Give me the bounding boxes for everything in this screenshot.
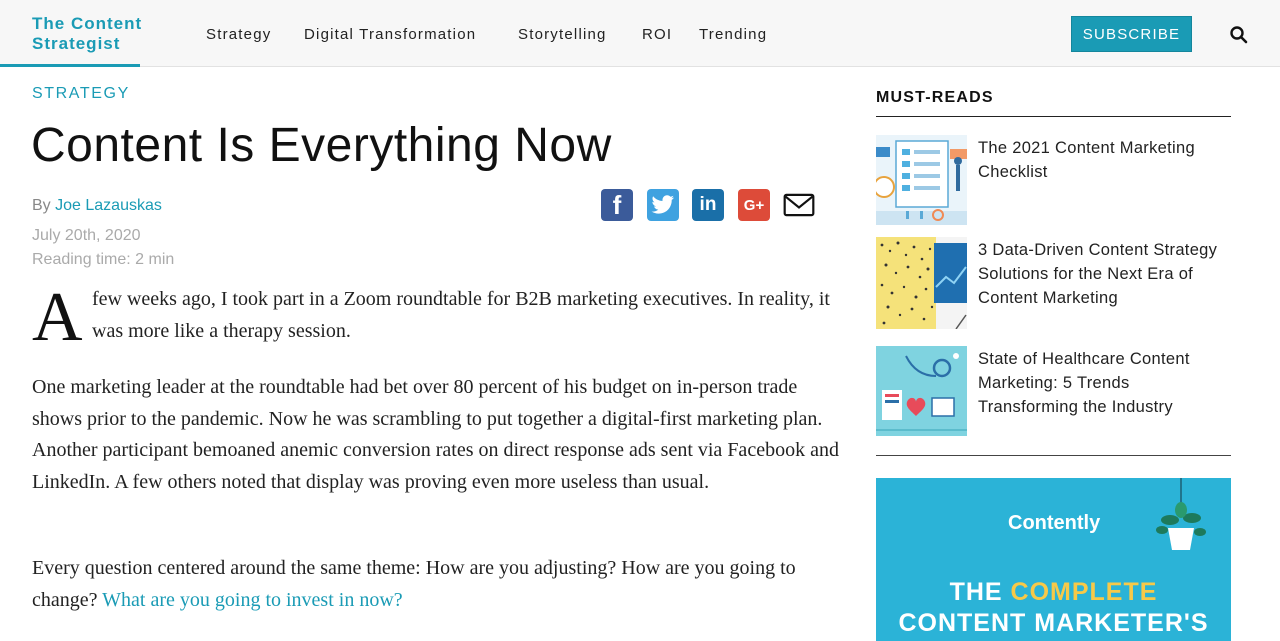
search-icon[interactable] xyxy=(1229,25,1249,45)
must-reads-bottom-divider xyxy=(876,455,1231,456)
byline-prefix: By xyxy=(32,197,51,214)
logo-underline xyxy=(0,64,140,67)
author-link[interactable]: Joe Lazauskas xyxy=(55,197,162,214)
google-plus-icon[interactable]: G+ xyxy=(738,189,770,221)
data-strategy-thumbnail[interactable] xyxy=(876,237,967,329)
ad-headline-the: THE xyxy=(949,578,1011,606)
logo-line-1: The Content xyxy=(32,14,143,33)
envelope-glyph xyxy=(783,193,815,217)
must-read-title-3[interactable]: State of Healthcare Content Marketing: 5… xyxy=(978,347,1228,419)
linkedin-icon[interactable]: in xyxy=(692,189,724,221)
article-title: Content Is Everything Now xyxy=(31,119,612,172)
ad-headline-line-2: CONTENT MARKETER'S xyxy=(898,609,1209,637)
ad-headline-line-1: THE COMPLETE xyxy=(876,578,1231,607)
publish-date: July 20th, 2020 xyxy=(32,227,141,244)
contently-logo: Contently xyxy=(1008,512,1101,534)
site-logo[interactable]: The Content Strategist xyxy=(32,14,142,54)
logo-line-2: Strategist xyxy=(32,34,121,53)
subscribe-button[interactable]: SUBSCRIBE xyxy=(1071,16,1192,52)
nav-trending[interactable]: Trending xyxy=(699,26,767,43)
reading-time: Reading time: 2 min xyxy=(32,251,175,268)
hanging-plant-icon xyxy=(1156,478,1206,550)
paragraph-1: few weeks ago, I took part in a Zoom rou… xyxy=(92,288,830,342)
checklist-thumbnail[interactable] xyxy=(876,135,967,225)
must-reads-heading: MUST-READS xyxy=(876,89,994,106)
must-read-title-1[interactable]: The 2021 Content Marketing Checklist xyxy=(978,136,1228,184)
must-reads-divider xyxy=(876,116,1231,117)
twitter-bird-glyph xyxy=(651,195,674,214)
byline: By Joe Lazauskas xyxy=(32,197,162,215)
drop-cap: A xyxy=(32,279,83,356)
paragraph-2: One marketing leader at the roundtable h… xyxy=(32,376,839,493)
nav-strategy[interactable]: Strategy xyxy=(206,26,271,43)
site-header: The Content Strategist Strategy Digital … xyxy=(0,0,1280,67)
email-icon[interactable] xyxy=(783,189,815,221)
healthcare-thumbnail[interactable] xyxy=(876,346,967,436)
article-category[interactable]: STRATEGY xyxy=(32,85,130,103)
nav-storytelling[interactable]: Storytelling xyxy=(518,26,607,43)
invest-now-link[interactable]: What are you going to invest in now? xyxy=(102,589,403,611)
ad-headline-complete: COMPLETE xyxy=(1010,578,1158,606)
paragraph-3: Every question centered around the same … xyxy=(32,553,842,616)
twitter-icon[interactable] xyxy=(647,189,679,221)
nav-digital-transformation[interactable]: Digital Transformation xyxy=(304,26,476,43)
nav-roi[interactable]: ROI xyxy=(642,26,672,43)
must-read-title-2[interactable]: 3 Data-Driven Content Strategy Solutions… xyxy=(978,238,1228,310)
contently-ad-banner[interactable]: Contently THE COMPLETE CONTENT MARKETER'… xyxy=(876,478,1231,641)
facebook-icon[interactable]: f xyxy=(601,189,633,221)
